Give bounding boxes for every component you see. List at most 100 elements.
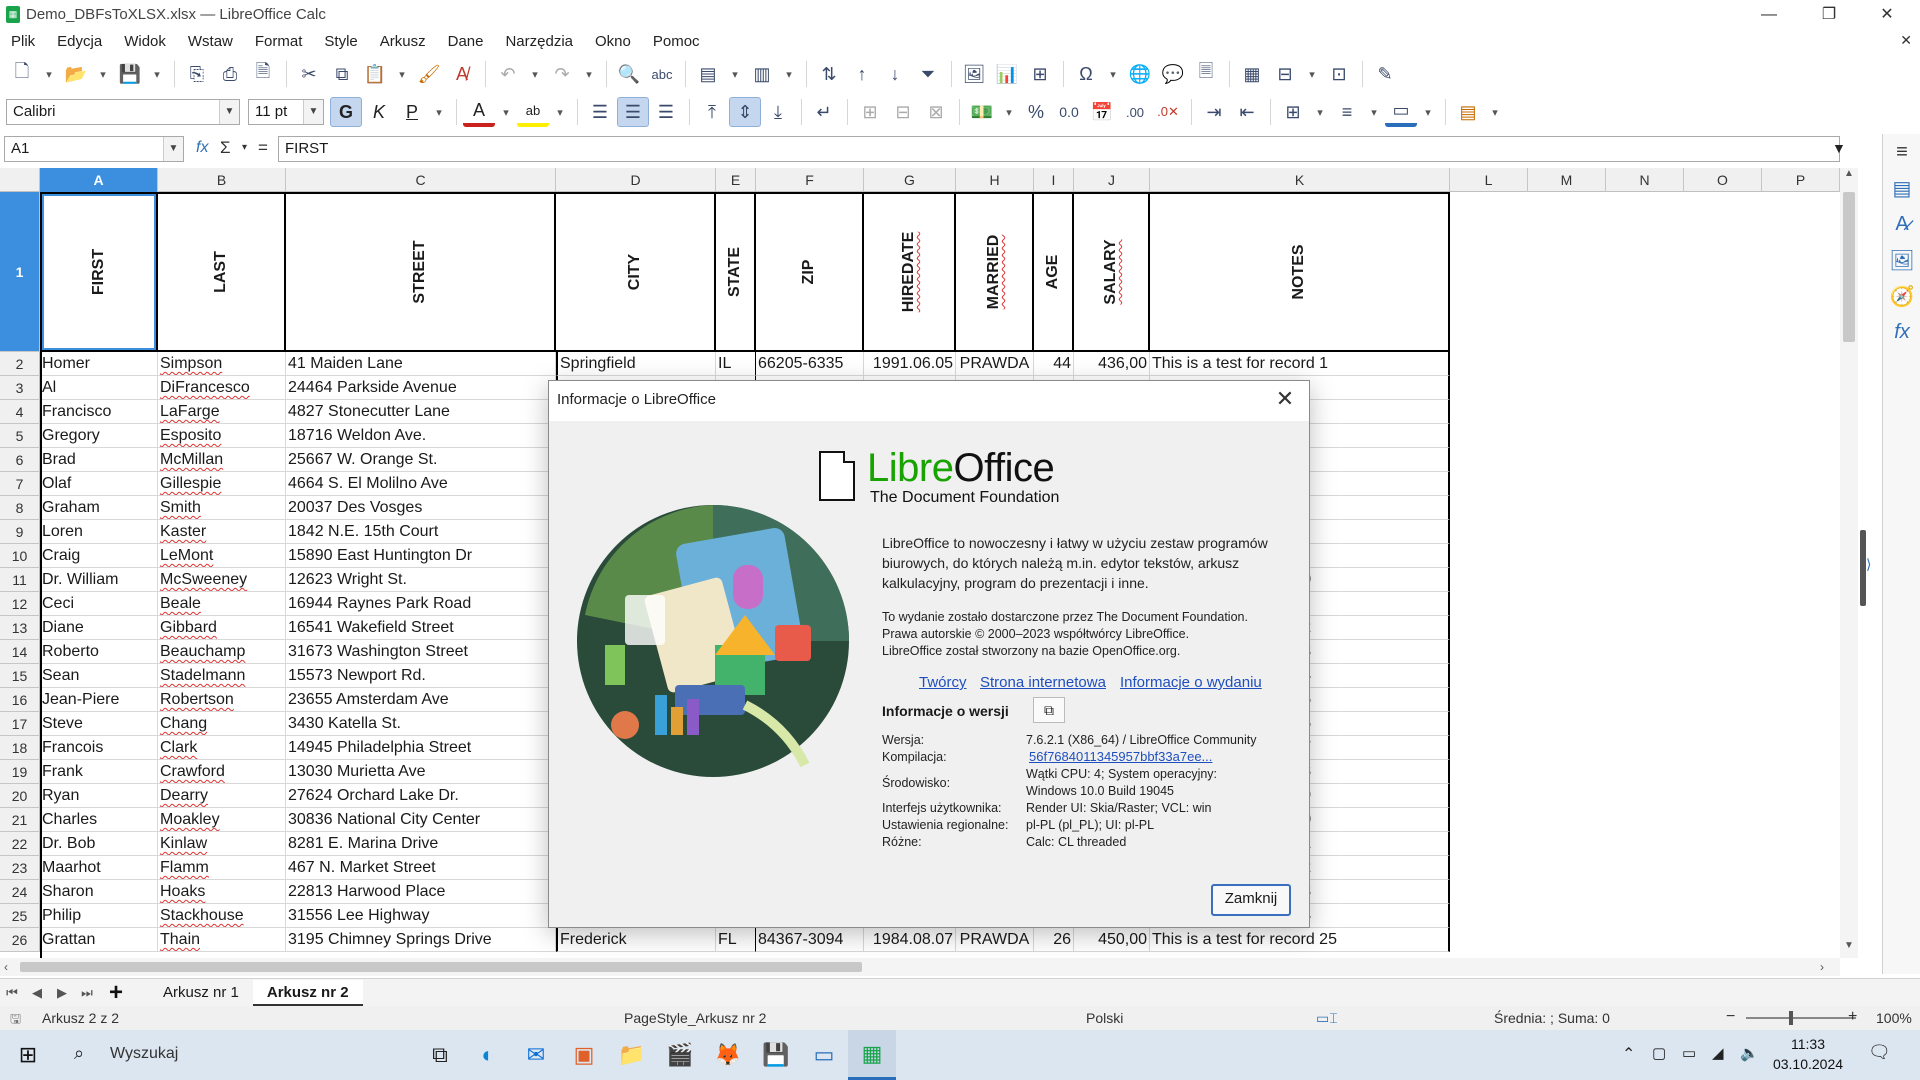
table-cell-street[interactable]: 4827 Stonecutter Lane (286, 400, 556, 424)
column-header-n[interactable]: N (1606, 168, 1684, 192)
table-cell-last[interactable]: Kinlaw (158, 832, 286, 856)
menu-insert[interactable]: Wstaw (177, 30, 244, 54)
add-decimal-icon[interactable]: .00 (1119, 97, 1151, 127)
menu-file[interactable]: Plik (0, 30, 46, 54)
column-header-l[interactable]: L (1450, 168, 1528, 192)
align-top-icon[interactable]: ⤒ (696, 97, 728, 127)
currency-format-icon[interactable]: 💵 (966, 97, 998, 127)
align-bottom-icon[interactable]: ⤓ (762, 97, 794, 127)
align-left-icon[interactable]: ☰ (584, 97, 616, 127)
wrap-text-icon[interactable]: ↵ (808, 97, 840, 127)
delete-decimal-icon[interactable]: .0✕ (1152, 97, 1184, 127)
table-cell-notes[interactable]: This is a test for record 1 (1150, 352, 1450, 376)
properties-icon[interactable]: ▤ (1883, 170, 1920, 206)
row-header[interactable]: 24 (0, 880, 40, 904)
bold-button[interactable]: G (330, 97, 362, 127)
table-cell-street[interactable]: 13030 Murietta Ave (286, 760, 556, 784)
increase-indent-icon[interactable]: ⇥ (1198, 97, 1230, 127)
chevron-down-icon[interactable]: ▾ (242, 142, 247, 153)
center-vertically-icon[interactable]: ⇕ (729, 97, 761, 127)
export-pdf-icon[interactable]: ⎘ (181, 59, 213, 89)
close-button[interactable]: Zamknij (1211, 884, 1291, 916)
firefox-icon[interactable]: 🦊 (704, 1030, 752, 1080)
horizontal-scroll-thumb[interactable] (20, 962, 862, 972)
border-color-icon[interactable]: ▭ (1385, 97, 1417, 127)
mail-icon[interactable]: ✉ (512, 1030, 560, 1080)
table-cell-zip[interactable]: 66205-6335 (756, 352, 864, 376)
table-cell-zip[interactable]: 84367-3094 (756, 928, 864, 952)
table-cell-first[interactable]: Francois (40, 736, 158, 760)
zoom-in-icon[interactable]: + (1848, 1008, 1857, 1026)
table-cell-first[interactable]: Dr. William (40, 568, 158, 592)
sum-icon[interactable]: Σ (220, 138, 231, 158)
row-header[interactable]: 20 (0, 784, 40, 808)
table-cell-last[interactable]: Simpson (158, 352, 286, 376)
function-wizard-icon[interactable]: fx (196, 139, 208, 157)
sort-icon[interactable]: ⇅ (813, 59, 845, 89)
row-header[interactable]: 26 (0, 928, 40, 952)
table-cell-street[interactable]: 18716 Weldon Ave. (286, 424, 556, 448)
table-cell-last[interactable]: Chang (158, 712, 286, 736)
table-cell-street[interactable]: 23655 Amsterdam Ave (286, 688, 556, 712)
table-cell-first[interactable]: Loren (40, 520, 158, 544)
table-cell-last[interactable]: Dearry (158, 784, 286, 808)
chevron-down-icon[interactable]: ▾ (1103, 59, 1123, 89)
underline-button[interactable]: P (396, 97, 428, 127)
table-cell-last[interactable]: Kaster (158, 520, 286, 544)
scroll-down-icon[interactable]: ▼ (1842, 940, 1856, 956)
functions-icon[interactable]: fx (1883, 314, 1920, 350)
page-style[interactable]: PageStyle_Arkusz nr 2 (624, 1010, 766, 1026)
maximize-button[interactable]: ❐ (1800, 0, 1858, 30)
menu-edit[interactable]: Edycja (46, 30, 113, 54)
row-header-1[interactable]: 1 (0, 192, 40, 352)
redo-icon[interactable]: ↷ (546, 59, 578, 89)
table-cell-city[interactable]: Frederick (556, 928, 716, 952)
notifications-icon[interactable]: 🗨 (1868, 1042, 1891, 1063)
chevron-down-icon[interactable]: ▾ (579, 59, 599, 89)
table-cell-last[interactable]: Flamm (158, 856, 286, 880)
chevron-right-icon[interactable]: ⟩ (1866, 556, 1871, 573)
chevron-down-icon[interactable]: ▼ (219, 100, 239, 124)
dialog-close-icon[interactable]: ✕ (1271, 385, 1299, 413)
row-header[interactable]: 23 (0, 856, 40, 880)
chevron-down-icon[interactable]: ▾ (39, 59, 59, 89)
row-header[interactable]: 3 (0, 376, 40, 400)
table-cell-street[interactable]: 467 N. Market Street (286, 856, 556, 880)
table-cell-first[interactable]: Brad (40, 448, 158, 472)
table-cell-street[interactable]: 31673 Washington Street (286, 640, 556, 664)
table-cell-first[interactable]: Homer (40, 352, 158, 376)
scroll-right-icon[interactable]: › (1820, 960, 1824, 974)
date-format-icon[interactable]: 📅 (1086, 97, 1118, 127)
task-view-icon[interactable]: ⧉ (416, 1030, 464, 1080)
header-cell-hiredate[interactable]: HIREDATE (864, 192, 956, 352)
expand-formula-bar-icon[interactable]: ▼ (1832, 140, 1846, 156)
column-icon[interactable]: ▥ (746, 59, 778, 89)
formula-input[interactable]: FIRST (278, 136, 1840, 162)
clock-date[interactable]: 03.10.2024 (1770, 1056, 1846, 1072)
libreoffice-calc-taskbar-icon[interactable]: ▦ (848, 1030, 896, 1080)
row-header[interactable]: 22 (0, 832, 40, 856)
sheet-tab-2[interactable]: Arkusz nr 2 (252, 979, 363, 1006)
close-document-icon[interactable]: ✕ (1900, 32, 1912, 49)
table-cell-street[interactable]: 24464 Parkside Avenue (286, 376, 556, 400)
table-cell-street[interactable]: 3195 Chimney Springs Drive (286, 928, 556, 952)
table-cell-first[interactable]: Francisco (40, 400, 158, 424)
column-header-o[interactable]: O (1684, 168, 1762, 192)
table-cell-first[interactable]: Sean (40, 664, 158, 688)
chevron-down-icon[interactable]: ▾ (1310, 97, 1330, 127)
table-cell-last[interactable]: Moakley (158, 808, 286, 832)
website-link[interactable]: Strona internetowa (980, 674, 1106, 691)
table-cell-first[interactable]: Al (40, 376, 158, 400)
header-footer-icon[interactable]: 🗏 (1190, 59, 1222, 89)
header-cell-first[interactable]: FIRST (40, 192, 158, 352)
decrease-indent-icon[interactable]: ⇤ (1231, 97, 1263, 127)
spelling-icon[interactable]: abc (646, 59, 678, 89)
row-header[interactable]: 2 (0, 352, 40, 376)
row-header[interactable]: 9 (0, 520, 40, 544)
windows-start-icon[interactable]: ⊞ (0, 1030, 56, 1080)
align-center-icon[interactable]: ☰ (617, 97, 649, 127)
menu-format[interactable]: Format (244, 30, 314, 54)
menu-data[interactable]: Dane (437, 30, 495, 54)
copy-version-icon[interactable]: ⧉ (1033, 697, 1065, 723)
select-all-corner[interactable] (0, 168, 40, 192)
